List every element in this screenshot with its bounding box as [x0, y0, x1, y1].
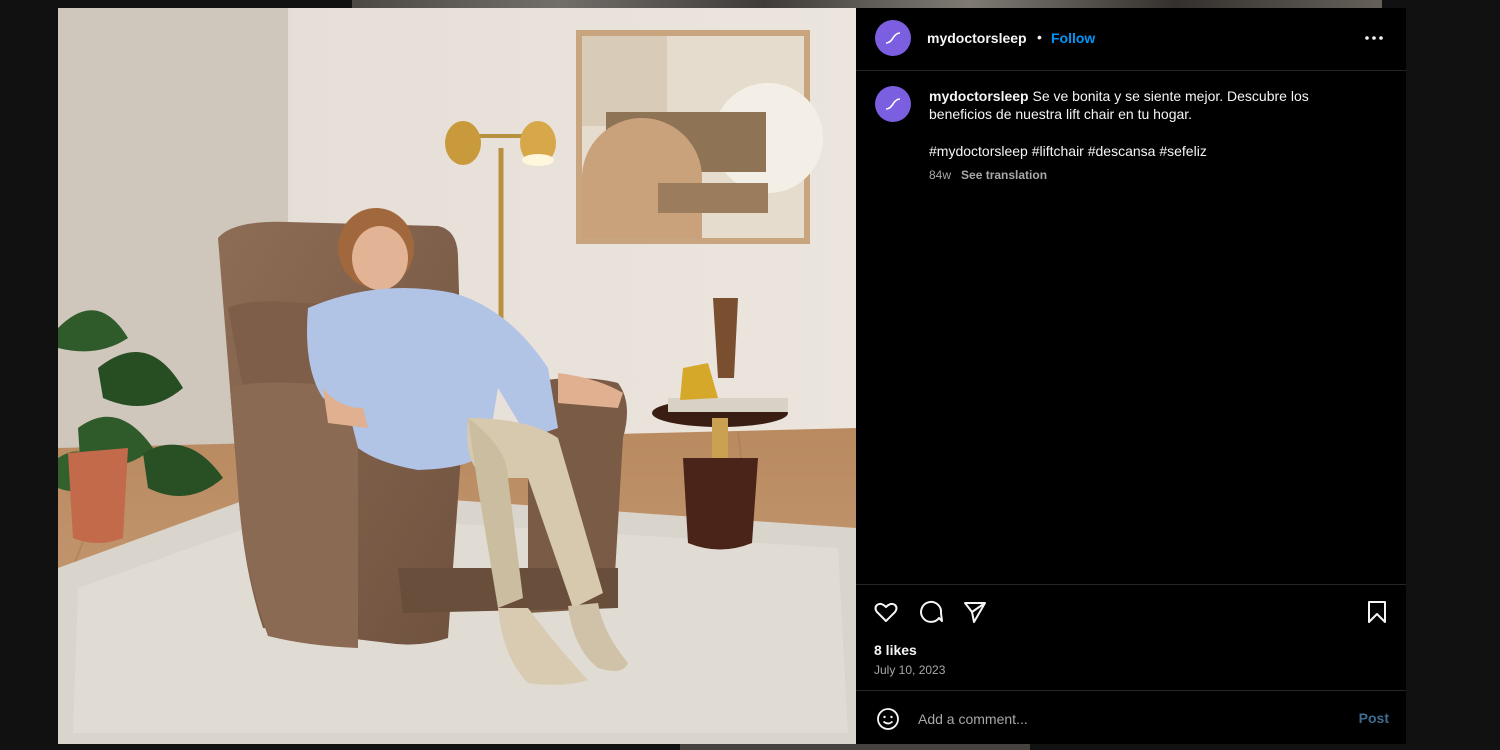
hashtags[interactable]: #mydoctorsleep #liftchair #descansa #sef…	[929, 143, 1207, 159]
comment-icon[interactable]	[918, 599, 944, 625]
username-link[interactable]: mydoctorsleep	[927, 30, 1027, 46]
post-date: July 10, 2023	[874, 663, 946, 677]
post-image[interactable]	[58, 8, 856, 744]
logo-icon	[885, 98, 901, 110]
post-header: mydoctorsleep • Follow	[856, 8, 1406, 71]
see-translation-link[interactable]: See translation	[961, 168, 1047, 182]
post-comment-button[interactable]: Post	[1359, 710, 1389, 726]
caption-meta: 84w See translation	[929, 168, 1047, 182]
comment-input[interactable]	[916, 705, 1300, 733]
avatar[interactable]	[875, 20, 911, 56]
likes-count[interactable]: 8 likes	[874, 642, 917, 658]
background-thumbnails	[352, 0, 1382, 8]
post-age: 84w	[929, 168, 952, 182]
comment-bar: Post	[856, 690, 1406, 745]
action-bar	[856, 584, 1406, 645]
post-detail-panel: mydoctorsleep • Follow mydoctorsleep Se …	[856, 8, 1406, 744]
logo-icon	[885, 32, 901, 44]
emoji-icon[interactable]	[876, 707, 900, 731]
bookmark-icon[interactable]	[1364, 599, 1390, 625]
caption-username[interactable]: mydoctorsleep	[929, 88, 1029, 104]
post-caption: mydoctorsleep Se ve bonita y se siente m…	[929, 87, 1369, 123]
share-icon[interactable]	[962, 599, 988, 625]
more-options-icon[interactable]	[1362, 28, 1386, 48]
caption-avatar[interactable]	[875, 86, 911, 122]
follow-button[interactable]: Follow	[1051, 30, 1095, 46]
heart-icon[interactable]	[873, 599, 899, 625]
separator-dot: •	[1037, 29, 1042, 45]
